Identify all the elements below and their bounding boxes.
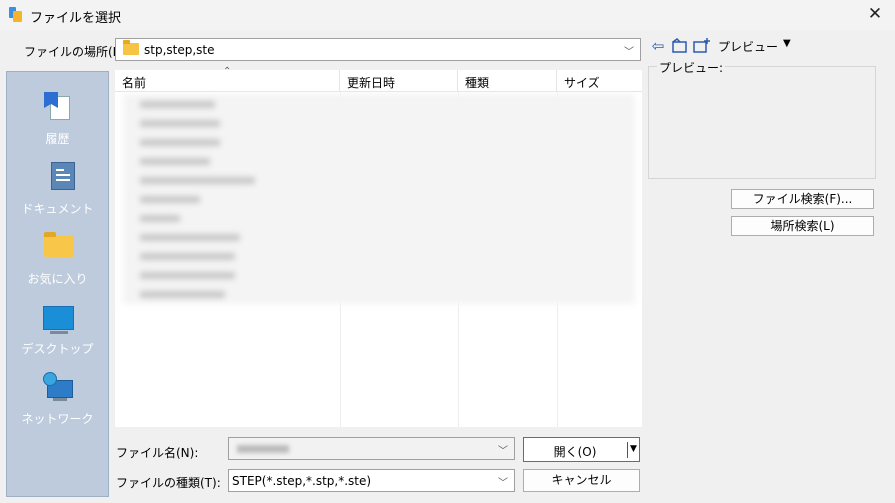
places-bar: 履歴 ドキュメント お気に入り デスクトップ ネットワーク [6, 71, 109, 497]
list-item[interactable] [140, 139, 220, 146]
list-item[interactable] [140, 177, 255, 184]
preview-panel [648, 66, 876, 179]
window-title: ファイルを選択 [30, 11, 122, 26]
list-item[interactable] [140, 158, 210, 165]
place-history[interactable]: 履歴 [7, 78, 108, 148]
location-search-button[interactable]: 場所検索(L) [731, 216, 874, 236]
close-button[interactable]: ✕ [855, 0, 895, 30]
location-label: ファイルの場所(I): [24, 45, 125, 59]
sort-ascending-icon: ⌃ [223, 66, 232, 77]
list-item[interactable] [140, 253, 235, 260]
filetype-select[interactable]: STEP(*.step,*.stp,*.ste) ﹀ [228, 469, 515, 492]
filename-label: ファイル名(N): [116, 446, 199, 460]
list-item[interactable] [140, 291, 225, 298]
chevron-down-icon: ﹀ [498, 478, 508, 489]
list-item[interactable] [140, 234, 240, 241]
filename-input[interactable]: ﹀ [228, 437, 515, 460]
file-search-button[interactable]: ファイル検索(F)... [731, 189, 874, 209]
column-header-modified[interactable]: 更新日時 [340, 70, 458, 92]
place-desktop[interactable]: デスクトップ [7, 288, 108, 358]
list-item[interactable] [140, 196, 200, 203]
chevron-down-icon: ﹀ [624, 47, 634, 58]
list-item[interactable] [140, 120, 220, 127]
preview-panel-label: プレビュー: [657, 59, 726, 76]
title-bar: ファイルを選択 ✕ [0, 0, 895, 30]
documents-icon [51, 162, 75, 190]
app-icon [9, 7, 22, 22]
column-header-type[interactable]: 種類 [458, 70, 557, 92]
list-item[interactable] [140, 272, 235, 279]
filetype-label: ファイルの種類(T): [116, 476, 221, 490]
list-item[interactable] [140, 215, 180, 222]
file-list[interactable]: 名前 ⌃ 更新日時 種類 サイズ [115, 66, 642, 427]
list-item[interactable] [140, 101, 215, 108]
favorites-folder-icon [44, 232, 74, 257]
place-network[interactable]: ネットワーク [7, 358, 108, 428]
preview-toggle[interactable]: プレビュー [718, 38, 778, 55]
cancel-button[interactable]: キャンセル [523, 469, 640, 492]
column-header-size[interactable]: サイズ [557, 70, 642, 92]
network-icon [43, 372, 75, 402]
place-favorites[interactable]: お気に入り [7, 218, 108, 288]
preview-dropdown-icon[interactable]: ▼ [783, 38, 791, 49]
open-dropdown-icon[interactable]: ▼ [630, 444, 637, 454]
location-combo[interactable]: stp,step,ste ﹀ [115, 38, 641, 61]
column-header-name[interactable]: 名前 ⌃ [115, 66, 340, 92]
new-folder-icon[interactable] [692, 37, 712, 57]
desktop-icon [43, 306, 74, 334]
back-icon[interactable]: ⇦ [648, 37, 668, 57]
open-button[interactable]: 開く(O) ▼ [523, 437, 640, 462]
up-folder-icon[interactable] [670, 37, 690, 57]
place-documents[interactable]: ドキュメント [7, 148, 108, 218]
location-value: stp,step,ste [144, 43, 215, 57]
chevron-down-icon: ﹀ [498, 446, 508, 457]
history-icon [44, 92, 72, 120]
folder-icon [123, 40, 139, 55]
